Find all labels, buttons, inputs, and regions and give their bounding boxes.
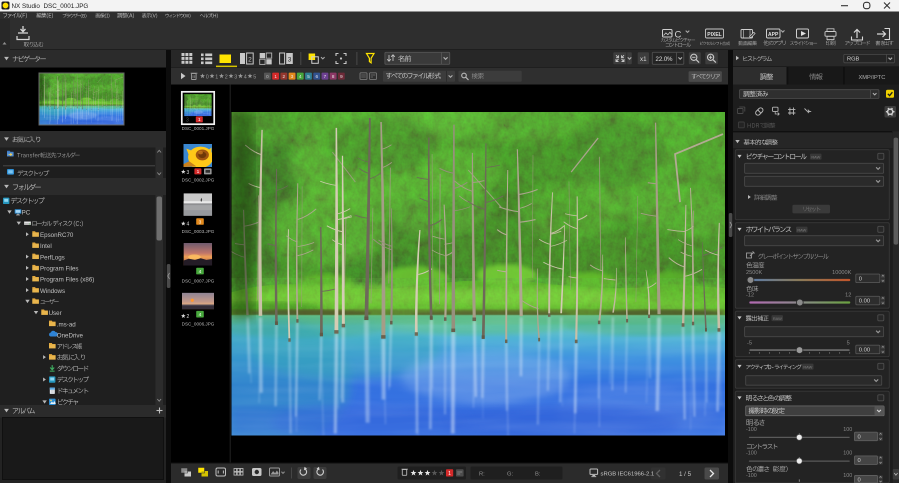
svg-text:DSC_0003.JPG: DSC_0003.JPG bbox=[182, 229, 215, 234]
svg-text:Intel: Intel bbox=[40, 243, 52, 250]
svg-text:RAW: RAW bbox=[803, 364, 812, 369]
svg-text:R:: R: bbox=[479, 472, 485, 478]
svg-text:-100: -100 bbox=[746, 451, 757, 457]
svg-text:3: 3 bbox=[291, 74, 294, 79]
svg-text:-5: -5 bbox=[747, 341, 752, 347]
svg-text:DSC_0002.JPG: DSC_0002.JPG bbox=[182, 177, 215, 182]
svg-text:7: 7 bbox=[324, 74, 327, 79]
svg-text:100: 100 bbox=[843, 427, 852, 433]
svg-text:DSC_0001.JPG: DSC_0001.JPG bbox=[182, 126, 215, 131]
svg-text:3: 3 bbox=[199, 219, 202, 225]
svg-text:DSC_0007.JPG: DSC_0007.JPG bbox=[182, 278, 215, 283]
svg-text:G:: G: bbox=[507, 472, 514, 478]
svg-text:0: 0 bbox=[206, 75, 209, 81]
svg-text:1: 1 bbox=[448, 471, 451, 477]
svg-text:5: 5 bbox=[847, 341, 850, 347]
svg-text:RGB: RGB bbox=[847, 57, 860, 63]
svg-text:0: 0 bbox=[858, 435, 861, 441]
svg-text:-100: -100 bbox=[746, 427, 757, 433]
svg-text:Program Files (x86): Program Files (x86) bbox=[40, 277, 94, 284]
svg-text:12: 12 bbox=[845, 292, 851, 298]
svg-text:NX Studio: NX Studio bbox=[12, 3, 41, 10]
svg-text:PC: PC bbox=[22, 210, 31, 217]
svg-text:OneDrive: OneDrive bbox=[57, 332, 84, 339]
svg-text:4: 4 bbox=[199, 312, 202, 318]
svg-text:x1: x1 bbox=[640, 56, 647, 63]
svg-text:5: 5 bbox=[307, 74, 310, 79]
svg-text:2: 2 bbox=[248, 57, 252, 64]
svg-text:4: 4 bbox=[199, 269, 202, 275]
svg-text:XMP/IPTC: XMP/IPTC bbox=[858, 75, 885, 81]
svg-text:RAW: RAW bbox=[811, 154, 820, 159]
svg-text:RAW: RAW bbox=[797, 227, 806, 232]
svg-text:4: 4 bbox=[299, 74, 302, 79]
svg-text:100: 100 bbox=[843, 451, 852, 457]
svg-text:6: 6 bbox=[315, 74, 318, 79]
svg-text:-100: -100 bbox=[746, 473, 757, 479]
svg-text:.ms-ad: .ms-ad bbox=[57, 321, 76, 328]
svg-text:Windows: Windows bbox=[40, 288, 65, 295]
svg-text:8: 8 bbox=[332, 74, 335, 79]
svg-text:0.00: 0.00 bbox=[859, 348, 870, 354]
svg-text:5: 5 bbox=[253, 75, 256, 81]
svg-text:3: 3 bbox=[234, 75, 237, 81]
svg-text:PerfLogs: PerfLogs bbox=[40, 254, 65, 261]
svg-text:-12: -12 bbox=[746, 292, 754, 298]
svg-text:1 / 5: 1 / 5 bbox=[679, 471, 692, 478]
svg-text:C: C bbox=[675, 30, 682, 41]
svg-text:0.00: 0.00 bbox=[859, 299, 870, 305]
svg-text:100: 100 bbox=[843, 473, 852, 479]
svg-text:4: 4 bbox=[244, 75, 247, 81]
svg-text:22.0%: 22.0% bbox=[656, 57, 674, 63]
svg-text:3: 3 bbox=[187, 170, 190, 176]
svg-text:0: 0 bbox=[859, 276, 862, 282]
svg-text:3: 3 bbox=[186, 118, 189, 124]
svg-text:PIXEL: PIXEL bbox=[707, 32, 721, 38]
svg-text:Program Files: Program Files bbox=[40, 265, 79, 272]
svg-text:B:: B: bbox=[535, 472, 541, 478]
svg-text:2: 2 bbox=[225, 75, 228, 81]
svg-text:RAW: RAW bbox=[773, 316, 782, 321]
svg-text:4: 4 bbox=[187, 222, 190, 228]
svg-text:APP: APP bbox=[768, 32, 779, 38]
svg-text:10000K: 10000K bbox=[832, 270, 852, 276]
svg-text:1: 1 bbox=[197, 169, 200, 175]
svg-text:1: 1 bbox=[198, 117, 201, 123]
svg-text:0: 0 bbox=[858, 458, 861, 464]
svg-text:DSC_0001.JPG: DSC_0001.JPG bbox=[44, 3, 89, 10]
svg-text:2500K: 2500K bbox=[746, 270, 762, 276]
svg-text:DSC_0006.JPG: DSC_0006.JPG bbox=[182, 322, 215, 327]
svg-text:sRGB IEC61966-2.1: sRGB IEC61966-2.1 bbox=[601, 472, 655, 478]
svg-text:0: 0 bbox=[858, 478, 861, 483]
svg-text:User: User bbox=[49, 310, 62, 317]
svg-text:2: 2 bbox=[283, 74, 286, 79]
svg-text:2: 2 bbox=[187, 314, 190, 320]
svg-text:9: 9 bbox=[340, 74, 343, 79]
svg-text:1: 1 bbox=[274, 74, 277, 79]
svg-text:3: 3 bbox=[288, 57, 292, 64]
svg-text:0: 0 bbox=[266, 74, 269, 79]
svg-text:1: 1 bbox=[215, 75, 218, 81]
svg-text:EpsonRC70: EpsonRC70 bbox=[40, 232, 74, 239]
